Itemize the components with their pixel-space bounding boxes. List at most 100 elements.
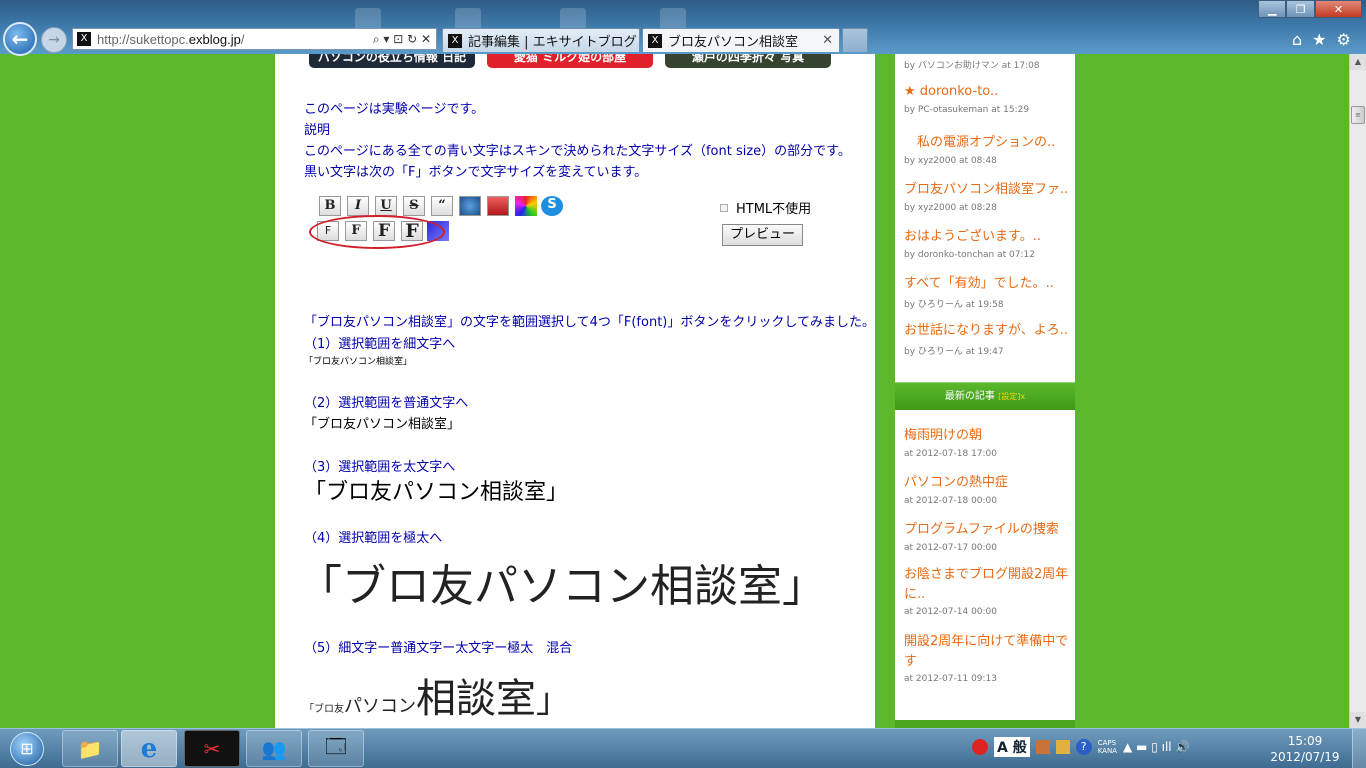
address-bar[interactable]: X http://sukettopc.exblog.jp/ ⌕ ▾ ⊡ ↻ ✕ <box>72 28 437 50</box>
address-url[interactable]: http://sukettopc.exblog.jp/ <box>97 32 373 47</box>
category-banners: パソコンの役立ち情報 日記 愛猫 ミルク姫の部屋 瀬戸の四季折々 写真 <box>309 54 831 68</box>
post-date: at 2012-07-18 17:00 <box>904 449 998 459</box>
ie-icon: e <box>140 733 158 764</box>
taskbar-clock[interactable]: 15:09 2012/07/19 <box>1268 733 1342 765</box>
section-3-heading: （3）選択範囲を太文字へ <box>304 460 456 475</box>
link-globe-icon[interactable] <box>459 196 481 216</box>
tray-notification-icons[interactable]: ▲ ▬ ▯ ıll 🔊 <box>1123 740 1190 754</box>
home-icon[interactable]: ⌂ <box>1292 30 1302 49</box>
preview-button[interactable]: プレビュー <box>722 224 803 246</box>
mixed-bracket-text: 」 <box>536 681 570 721</box>
taskbar-users-app[interactable]: 👥 <box>246 730 302 767</box>
italic-button[interactable]: I <box>347 196 369 216</box>
recent-comment[interactable]: by パソコンお助けマン at 17:08 <box>904 58 1040 71</box>
show-desktop-button[interactable] <box>1352 729 1366 768</box>
taskbar-internet-explorer[interactable]: e <box>121 730 177 767</box>
desktop-icon-deco <box>660 8 686 30</box>
tab-burotomo[interactable]: X ブロ友パソコン相談室 ✕ <box>642 28 840 52</box>
recent-comment[interactable]: 私の電源オプションの.. by xyz2000 at 08:48 <box>904 131 1069 166</box>
section-4-heading: （4）選択範囲を極太へ <box>304 531 443 546</box>
comment-title[interactable]: おはようございます。.. <box>904 225 1069 244</box>
mixed-thin-text: 「ブロ友 <box>304 704 344 715</box>
color-palette-icon[interactable] <box>515 196 537 216</box>
recent-comment[interactable]: すべて「有効」でした。.. by ひろりーん at 19:58 <box>904 272 1069 310</box>
scroll-down-arrow-icon[interactable]: ▼ <box>1350 712 1366 728</box>
new-tab-button[interactable] <box>842 28 868 52</box>
post-title[interactable]: お陰さまでブログ開設2周年に.. <box>904 565 1069 605</box>
comment-meta: by ひろりーん at 19:47 <box>904 347 1004 357</box>
taskbar-window-app[interactable]: 🗔 <box>308 730 364 767</box>
banner-setouchi-photo[interactable]: 瀬戸の四季折々 写真 <box>665 54 831 68</box>
tab-label: 記事編集 | エキサイトブログ <box>468 35 637 50</box>
forward-button[interactable]: → <box>41 27 67 53</box>
recent-comment[interactable]: ★ doronko-to.. by PC-otasukeman at 15:29 <box>904 84 1069 115</box>
forward-arrow-icon: → <box>48 32 60 48</box>
comment-meta: by xyz2000 at 08:28 <box>904 203 997 213</box>
scroll-thumb[interactable]: ≡ <box>1351 106 1365 124</box>
start-button[interactable]: ⊞ <box>2 729 52 768</box>
recent-comment[interactable]: お世話になりますが、よろ.. by ひろりーん at 19:47 <box>904 319 1069 357</box>
post-title[interactable]: パソコンの熱中症 <box>904 471 1069 490</box>
latest-posts-setting-link[interactable]: [設定]x <box>998 392 1025 401</box>
scissors-icon: ✂ <box>203 736 221 761</box>
ime-tool-icon[interactable] <box>1035 740 1050 754</box>
recent-comment[interactable]: おはようございます。.. by doronko-tonchan at 07:12 <box>904 225 1069 260</box>
back-button[interactable]: ← <box>3 22 37 56</box>
latest-posts-header: 最新の記事 [設定]x <box>895 382 1075 410</box>
comment-title[interactable]: ★ doronko-to.. <box>904 84 1069 99</box>
ime-pad-icon[interactable] <box>1055 740 1070 754</box>
scroll-up-arrow-icon[interactable]: ▲ <box>1350 54 1366 70</box>
latest-post[interactable]: 梅雨明けの朝 at 2012-07-18 17:00 <box>904 424 1069 459</box>
maximize-button[interactable]: ❐ <box>1286 0 1315 18</box>
latest-post[interactable]: パソコンの熱中症 at 2012-07-18 00:00 <box>904 471 1069 506</box>
back-arrow-icon: ← <box>11 27 29 51</box>
latest-posts-title: 最新の記事 <box>944 391 995 402</box>
taskbar-explorer[interactable]: 📁 <box>62 730 118 767</box>
comment-title[interactable]: ブロ友パソコン相談室ファ.. <box>904 178 1069 197</box>
section-2-sample: 「ブロ友パソコン相談室」 <box>304 417 461 432</box>
favorites-star-icon[interactable]: ★ <box>1312 30 1326 49</box>
underline-button[interactable]: U <box>375 196 397 216</box>
skype-icon[interactable]: S <box>541 196 563 216</box>
window-icon: 🗔 <box>325 733 347 758</box>
book-icon[interactable] <box>487 196 509 216</box>
security-tray-icon[interactable] <box>972 739 988 755</box>
comment-meta: by doronko-tonchan at 07:12 <box>904 250 1035 260</box>
recent-comment[interactable]: ブロ友パソコン相談室ファ.. by xyz2000 at 08:28 <box>904 178 1069 213</box>
post-date: at 2012-07-14 00:00 <box>904 607 998 617</box>
minimize-button[interactable]: ▁ <box>1258 0 1287 18</box>
taskbar-snipping-app[interactable]: ✂ <box>184 730 240 767</box>
comment-title[interactable]: お世話になりますが、よろ.. <box>904 319 1069 338</box>
post-title[interactable]: 開設2周年に向けて準備中です <box>904 632 1069 672</box>
latest-post[interactable]: 開設2周年に向けて準備中です at 2012-07-11 09:13 <box>904 632 1069 684</box>
close-window-button[interactable]: ✕ <box>1314 0 1362 18</box>
html-disable-option[interactable]: HTML不使用 <box>720 198 811 217</box>
clock-time: 15:09 <box>1287 734 1323 748</box>
vertical-scrollbar[interactable]: ▲ ≡ ▼ <box>1349 54 1366 728</box>
latest-post[interactable]: お陰さまでブログ開設2周年に.. at 2012-07-14 00:00 <box>904 565 1069 617</box>
banner-pc-diary[interactable]: パソコンの役立ち情報 日記 <box>309 54 475 68</box>
bold-button[interactable]: B <box>319 196 341 216</box>
banner-cat-room[interactable]: 愛猫 ミルク姫の部屋 <box>487 54 653 68</box>
red-annotation-ellipse <box>309 215 445 249</box>
strike-button[interactable]: S <box>403 196 425 216</box>
help-icon[interactable]: ? <box>1075 739 1092 755</box>
tab-blog-edit[interactable]: X 記事編集 | エキサイトブログ <box>442 28 640 52</box>
post-title[interactable]: プログラムファイルの捜索 <box>904 518 1069 537</box>
address-tools[interactable]: ⌕ ▾ ⊡ ↻ ✕ <box>373 32 436 47</box>
post-date: at 2012-07-11 09:13 <box>904 674 998 684</box>
section-3-sample: 「ブロ友パソコン相談室」 <box>304 480 569 505</box>
quote-button[interactable]: “ <box>431 196 453 216</box>
section-5-heading: （5）細文字ー普通文字ー太文字ー極太 混合 <box>304 641 573 656</box>
ime-mode-indicator[interactable]: A 般 <box>994 737 1030 757</box>
blog-main-content: パソコンの役立ち情報 日記 愛猫 ミルク姫の部屋 瀬戸の四季折々 写真 このペー… <box>275 54 875 728</box>
comment-title[interactable]: すべて「有効」でした。.. <box>904 272 1069 291</box>
latest-post[interactable]: プログラムファイルの捜索 at 2012-07-17 00:00 <box>904 518 1069 553</box>
tools-gear-icon[interactable]: ⚙ <box>1337 30 1351 49</box>
section-4-sample: 「ブロ友パソコン相談室」 <box>298 561 826 612</box>
comment-title[interactable]: 私の電源オプションの.. <box>904 131 1069 150</box>
post-title[interactable]: 梅雨明けの朝 <box>904 424 1069 443</box>
tab-close-icon[interactable]: ✕ <box>822 33 833 48</box>
html-disable-checkbox[interactable] <box>720 203 728 212</box>
intro-line-4: 黒い文字は次の「F」ボタンで文字サイズを変えています。 <box>304 165 648 180</box>
